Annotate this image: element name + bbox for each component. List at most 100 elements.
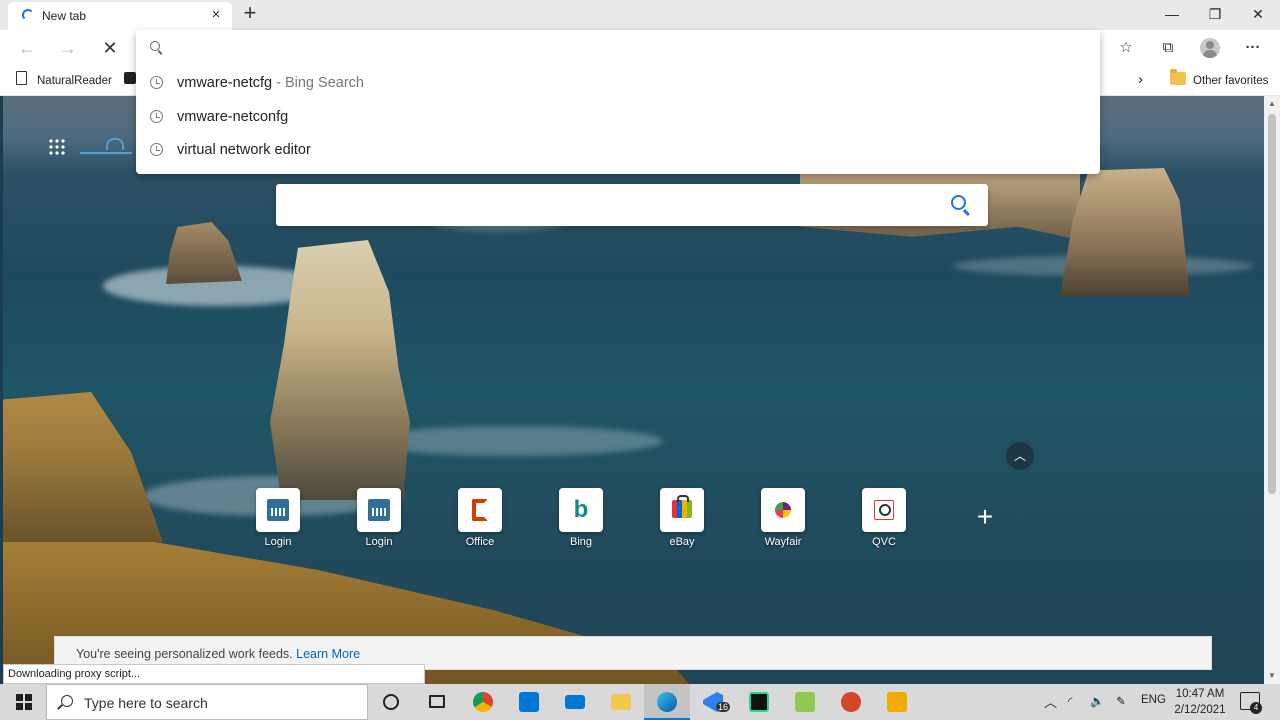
chrome-icon: [473, 692, 493, 712]
cortana-button[interactable]: [368, 684, 414, 720]
new-tab-button[interactable]: +: [238, 2, 262, 26]
learn-more-link[interactable]: Learn More: [296, 647, 360, 661]
favorite-naturalreader[interactable]: NaturalReader: [37, 72, 112, 90]
tab-new-tab[interactable]: New tab ×: [8, 2, 232, 30]
input-language[interactable]: ENG: [1141, 694, 1166, 706]
taskbar-search-box[interactable]: Type here to search: [46, 684, 368, 720]
favorites-icon[interactable]: ☆: [1115, 37, 1137, 59]
powerpoint-button[interactable]: [828, 684, 874, 720]
suggestion-query: virtual network editor: [177, 142, 311, 158]
scroll-thumb[interactable]: [1268, 114, 1276, 494]
search-icon[interactable]: [951, 195, 966, 210]
scroll-down-arrow-icon[interactable]: ▼: [1267, 671, 1277, 681]
app-launcher-icon[interactable]: [48, 138, 66, 156]
history-icon: [150, 143, 163, 156]
minimize-button[interactable]: —: [1152, 3, 1192, 25]
vmware-button[interactable]: [874, 684, 920, 720]
scroll-up-arrow-icon[interactable]: ▲: [1267, 99, 1277, 109]
qvc-icon: [874, 500, 894, 520]
quick-link-bing[interactable]: b: [559, 488, 603, 532]
stop-button[interactable]: ✕: [98, 36, 122, 60]
store-icon: [519, 692, 539, 712]
suggestion-item[interactable]: virtual network editor: [136, 133, 1100, 167]
start-button[interactable]: [0, 684, 46, 720]
task-view-button[interactable]: [414, 684, 460, 720]
task-view-icon: [429, 695, 445, 708]
windows-logo-icon: [16, 694, 32, 710]
powerpoint-icon: [841, 692, 861, 712]
quick-link-label[interactable]: Office: [440, 536, 520, 548]
profile-avatar[interactable]: [1200, 38, 1220, 58]
quick-link-ebay[interactable]: [660, 488, 704, 532]
notepadpp-button[interactable]: [782, 684, 828, 720]
quick-link-login[interactable]: [256, 488, 300, 532]
quick-link-label[interactable]: QVC: [844, 536, 924, 548]
vscode-window-count-badge: 16: [716, 702, 731, 712]
quick-link-label[interactable]: Login: [339, 536, 419, 548]
history-icon: [150, 110, 163, 123]
quick-link-label[interactable]: Login: [238, 536, 318, 548]
favorite-site-icon[interactable]: [124, 72, 136, 84]
quick-link-label[interactable]: Wayfair: [743, 536, 823, 548]
taskbar-search-placeholder: Type here to search: [84, 695, 208, 711]
feed-notice-message: You're seeing personalized work feeds.: [76, 647, 293, 661]
cortana-icon: [383, 694, 399, 710]
collapse-chevron-icon[interactable]: ︿: [1006, 442, 1034, 470]
favorites-overflow-chevron-icon[interactable]: ›: [1138, 71, 1143, 89]
quick-link-office[interactable]: [458, 488, 502, 532]
volume-icon[interactable]: 🔈: [1090, 694, 1104, 708]
edge-button[interactable]: [644, 684, 690, 720]
forward-button[interactable]: →: [56, 36, 80, 60]
tab-close-icon[interactable]: ×: [208, 6, 224, 24]
web-search-box[interactable]: [276, 184, 988, 226]
taskbar: Type here to search 16 ︿ ◜ 🔈 ✎ ENG 10:47…: [0, 684, 1280, 720]
store-button[interactable]: [506, 684, 552, 720]
quick-link-login-2[interactable]: [357, 488, 401, 532]
clock-date: 2/12/2021: [1174, 704, 1226, 716]
feed-notice-text: You're seeing personalized work feeds. L…: [76, 647, 360, 661]
login-icon: [368, 499, 390, 521]
file-explorer-button[interactable]: [598, 684, 644, 720]
quick-link-label[interactable]: Bing: [541, 536, 621, 548]
mail-button[interactable]: [552, 684, 598, 720]
add-site-icon[interactable]: +: [974, 503, 996, 531]
quick-link-wayfair[interactable]: [761, 488, 805, 532]
network-icon[interactable]: ◜: [1068, 694, 1072, 708]
pen-icon[interactable]: ✎: [1116, 694, 1126, 708]
show-hidden-icons-chevron-icon[interactable]: ︿: [1044, 692, 1057, 711]
pycharm-icon: [749, 692, 769, 712]
suggestion-item[interactable]: vmware-netcfg - Bing Search: [136, 66, 1100, 100]
chrome-button[interactable]: [460, 684, 506, 720]
address-bar-dropdown: vmware-netcfg - Bing Search vmware-netco…: [136, 30, 1100, 174]
page-scrollbar[interactable]: ▲ ▼: [1264, 96, 1280, 684]
tab-title: New tab: [42, 9, 87, 23]
notification-count-badge: 4: [1250, 702, 1262, 714]
back-button[interactable]: ←: [15, 36, 39, 60]
search-icon: [61, 695, 73, 707]
quick-link-label[interactable]: eBay: [642, 536, 722, 548]
maximize-button[interactable]: ❐: [1195, 3, 1235, 25]
bing-icon: b: [573, 496, 589, 523]
folder-icon: [1170, 69, 1186, 85]
edge-icon: [657, 692, 677, 712]
loading-spinner-icon: [22, 9, 34, 21]
other-favorites[interactable]: Other favorites: [1193, 72, 1268, 90]
microsoft-brand-icon: [80, 136, 132, 154]
address-bar-input[interactable]: [170, 36, 1070, 58]
suggestion-item[interactable]: vmware-netconfg: [136, 100, 1100, 134]
search-icon: [150, 41, 160, 51]
quick-link-qvc[interactable]: [862, 488, 906, 532]
screen: New tab × + — ❐ ✕ ← → ✕ ☆ ⧉ ··· NaturalR…: [0, 0, 1280, 720]
vscode-button[interactable]: 16: [690, 684, 736, 720]
system-clock[interactable]: 10:47 AM 2/12/2021: [1172, 686, 1228, 718]
collections-icon[interactable]: ⧉: [1157, 37, 1179, 59]
close-window-button[interactable]: ✕: [1238, 3, 1278, 25]
file-explorer-icon: [611, 694, 631, 710]
notepadpp-icon: [795, 692, 815, 712]
pycharm-button[interactable]: [736, 684, 782, 720]
history-icon: [150, 76, 163, 89]
status-bubble: Downloading proxy script...: [3, 664, 425, 684]
clock-time: 10:47 AM: [1175, 688, 1225, 700]
office-icon: [472, 499, 488, 521]
settings-menu-icon[interactable]: ···: [1242, 37, 1264, 59]
